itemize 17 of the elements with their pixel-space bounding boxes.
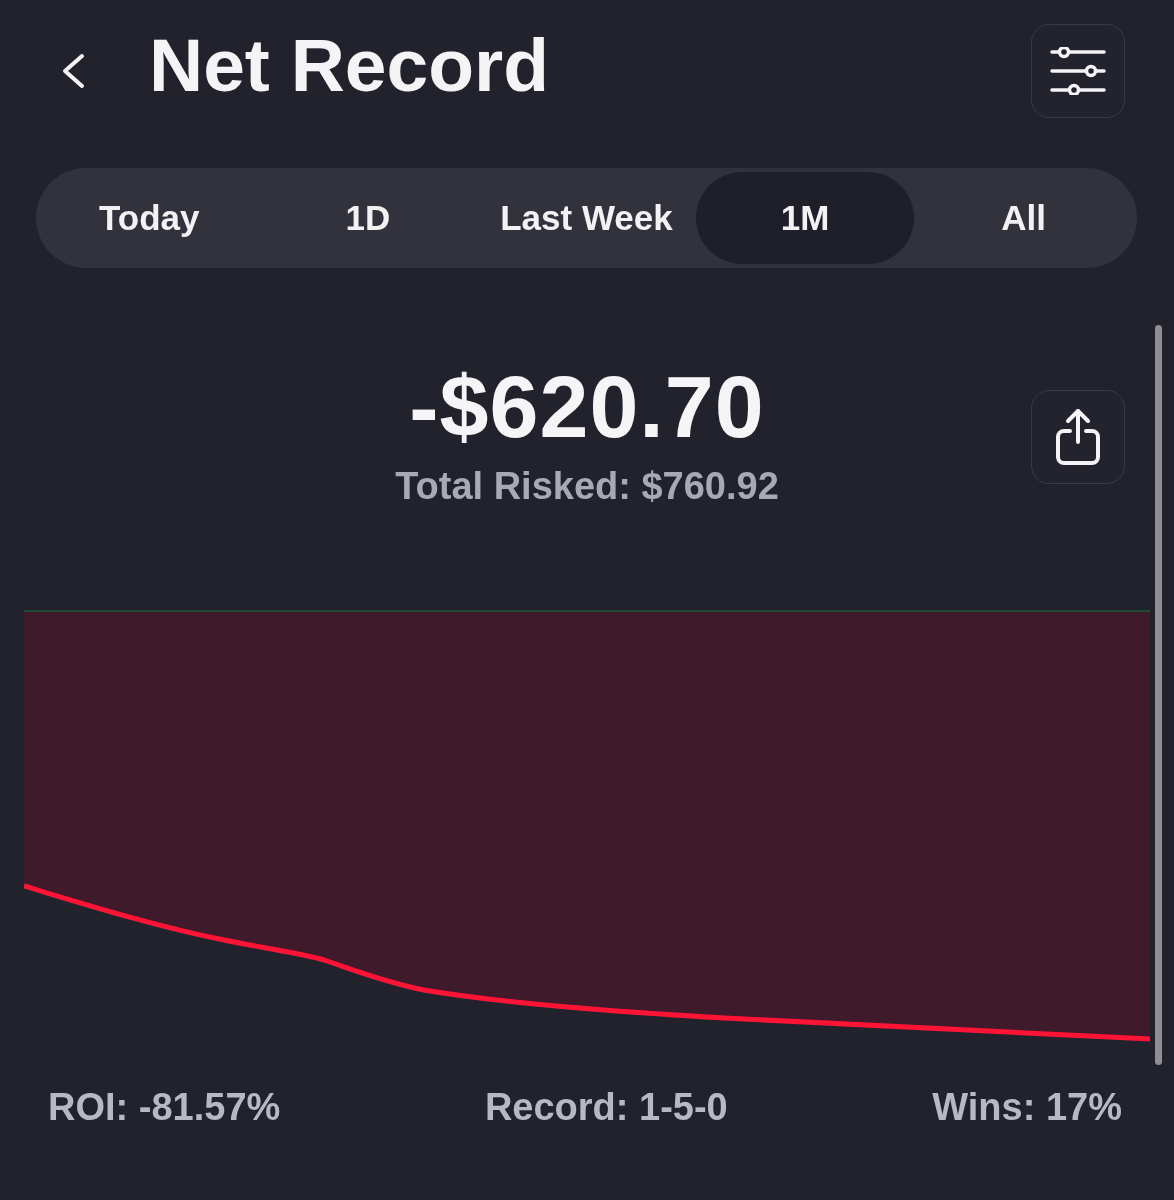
stat-text: ROI: -81.57% [48,1088,281,1126]
share-icon [1054,408,1102,466]
period-tab[interactable]: 1M [695,172,915,264]
net-amount: -$620.70 [409,363,765,451]
stat-text: Record: 1-5-0 [484,1088,728,1126]
sliders-icon [1050,47,1106,95]
period-tab[interactable]: 1D [258,172,478,264]
period-tab[interactable]: All [914,172,1133,264]
page-title: Net Record [149,28,550,103]
total-risked: Total Risked: $760.92 [395,467,779,505]
filter-button[interactable] [1031,24,1125,118]
period-tab[interactable]: Last Week [477,172,696,264]
period-tab[interactable]: Today [40,172,259,264]
stat-text: Wins: 17% [932,1088,1122,1126]
share-button[interactable] [1031,390,1125,484]
back-icon [60,53,86,89]
back-button[interactable] [60,53,86,89]
